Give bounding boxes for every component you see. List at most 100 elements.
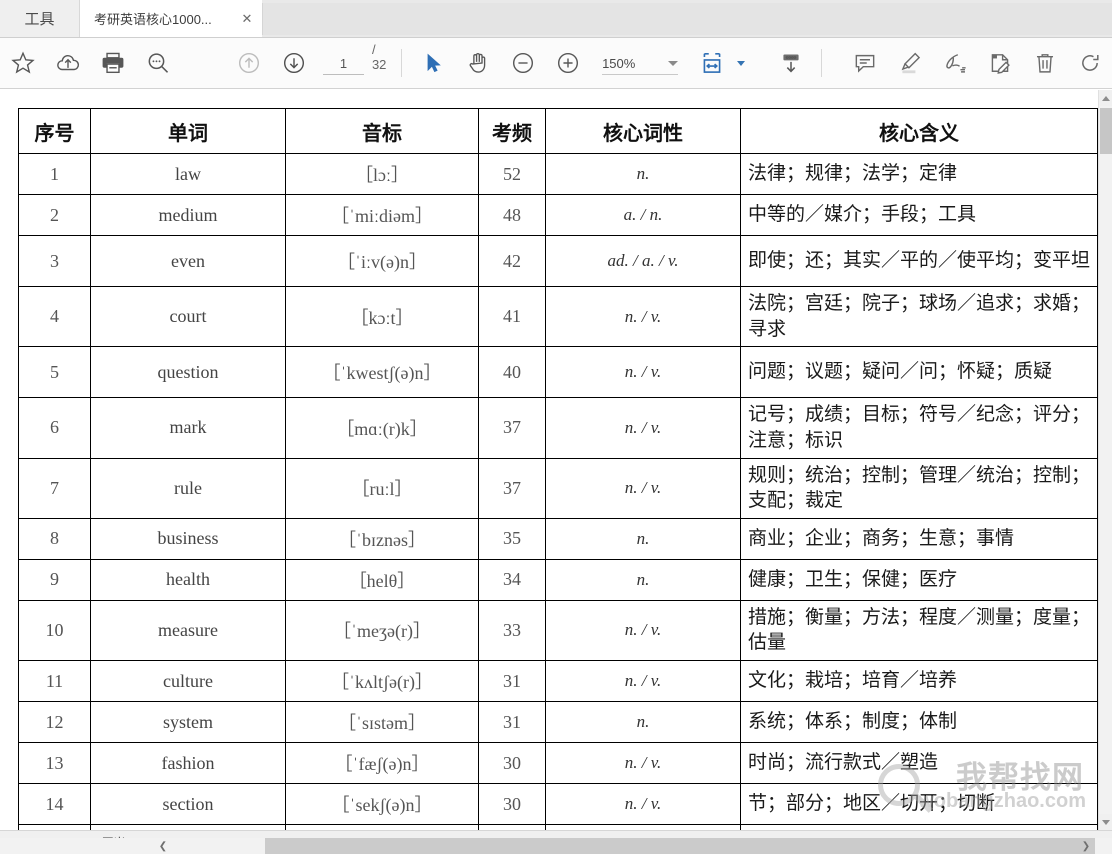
cell-index: 7 bbox=[18, 457, 91, 519]
cell-index: 6 bbox=[18, 397, 91, 459]
comment-icon[interactable] bbox=[842, 38, 887, 88]
tab-bar-empty-area bbox=[262, 3, 1112, 35]
fit-width-chevron-down-icon[interactable] bbox=[736, 60, 745, 66]
cell-part-of-speech: n. / v. bbox=[545, 599, 741, 662]
main-toolbar: 1 / 32 150% bbox=[0, 38, 1112, 89]
cell-meaning: 规则；统治；控制；管理／统治；控制；支配；裁定 bbox=[740, 457, 1098, 519]
hand-pan-icon[interactable] bbox=[455, 38, 500, 88]
table-header-row: 序号 单词 音标 考频 核心词性 核心含义 bbox=[18, 108, 1098, 154]
cell-part-of-speech: n. / v. bbox=[545, 346, 741, 399]
cell-meaning: 问题；议题；疑问／问；怀疑；质疑 bbox=[740, 346, 1098, 399]
stamp-icon[interactable] bbox=[977, 38, 1022, 88]
cell-ipa: ［ˈsɪstəm］ bbox=[285, 701, 479, 744]
cell-frequency: 52 bbox=[478, 153, 546, 195]
zoom-in-icon[interactable] bbox=[545, 38, 590, 88]
cell-word: system bbox=[90, 701, 286, 744]
cell-frequency: 42 bbox=[478, 235, 546, 287]
cell-word: law bbox=[90, 153, 286, 195]
cell-frequency: 35 bbox=[478, 517, 546, 560]
rotate-icon[interactable] bbox=[1067, 38, 1112, 88]
fit-width-icon[interactable] bbox=[690, 38, 735, 88]
cell-part-of-speech: a. / n. bbox=[545, 194, 741, 236]
page-down-icon[interactable] bbox=[272, 38, 317, 88]
cell-part-of-speech: n. bbox=[545, 558, 741, 601]
cell-frequency: 40 bbox=[478, 346, 546, 399]
table-row: 10 measure ［ˈmeʒə(r)］ 33 n. / v. 措施；衡量；方法；程度／… bbox=[18, 599, 1098, 662]
signature-icon[interactable] bbox=[932, 38, 977, 88]
cell-word: business bbox=[90, 517, 286, 560]
tab-bar: 工具 考研英语核心1000... ✕ bbox=[0, 0, 1112, 38]
cell-index: 5 bbox=[18, 346, 91, 399]
vertical-scrollbar[interactable] bbox=[1098, 90, 1112, 830]
cell-word: health bbox=[90, 558, 286, 601]
print-icon[interactable] bbox=[90, 38, 135, 88]
cell-word: question bbox=[90, 346, 286, 399]
table-row: 4 court ［kɔːt］ 41 n. / v. 法院；宫廷；院子；球场／追求；求婚；寻… bbox=[18, 285, 1098, 348]
cell-meaning: 法律；规律；法学；定律 bbox=[740, 153, 1098, 195]
cell-meaning: 记号；成绩；目标；符号／纪念；评分；注意；标识 bbox=[740, 397, 1098, 459]
cell-index: 9 bbox=[18, 558, 91, 601]
cell-frequency: 48 bbox=[478, 194, 546, 236]
bookmark-star-icon[interactable] bbox=[0, 38, 45, 88]
page-up-icon[interactable] bbox=[227, 38, 272, 88]
table-row: 12 system ［ˈsɪstəm］ 31 n. 系统；体系；制度；体制 bbox=[18, 701, 1098, 744]
column-header-ipa: 音标 bbox=[285, 108, 479, 154]
cell-ipa: ［mɑː(r)k］ bbox=[285, 397, 479, 459]
cell-index: 13 bbox=[18, 742, 91, 785]
cell-word: measure bbox=[90, 599, 286, 662]
document-tab-label: 考研英语核心1000... bbox=[94, 12, 212, 27]
chevron-down-icon[interactable] bbox=[668, 61, 679, 66]
tools-button-label: 工具 bbox=[24, 11, 55, 28]
cell-word: culture bbox=[90, 660, 286, 703]
cell-ipa: ［ˈiːv(ə)n］ bbox=[285, 235, 479, 287]
vertical-scrollbar-thumb[interactable] bbox=[1100, 108, 1112, 154]
cloud-upload-icon[interactable] bbox=[45, 38, 90, 88]
cell-word: court bbox=[90, 285, 286, 348]
cell-meaning: 措施；衡量；方法；程度／测量；度量；估量 bbox=[740, 599, 1098, 662]
cell-frequency: 37 bbox=[478, 397, 546, 459]
column-header-pos: 核心词性 bbox=[545, 108, 741, 154]
horizontal-scrollbar-thumb[interactable] bbox=[265, 838, 1095, 854]
cell-index: 14 bbox=[18, 783, 91, 826]
select-cursor-icon[interactable] bbox=[410, 38, 455, 88]
document-viewport[interactable]: 序号 单词 音标 考频 核心词性 核心含义 1 law ［lɔː］ 52 n. 法律；规律… bbox=[0, 90, 1112, 830]
page-number-input[interactable]: 1 bbox=[322, 56, 364, 75]
cell-ipa: ［ˈkʌltʃə(r)］ bbox=[285, 660, 479, 703]
cell-part-of-speech: n. / v. bbox=[545, 397, 741, 459]
trash-icon[interactable] bbox=[1022, 38, 1067, 88]
cell-part-of-speech: ad. / a. / v. bbox=[545, 235, 741, 287]
scroll-up-icon[interactable] bbox=[1099, 90, 1112, 106]
zoom-out-icon[interactable] bbox=[500, 38, 545, 88]
pdf-page: 序号 单词 音标 考频 核心词性 核心含义 1 law ［lɔː］ 52 n. 法律；规律… bbox=[0, 90, 1098, 830]
table-row: 8 business ［ˈbɪznəs］ 35 n. 商业；企业；商务；生意；事情 bbox=[18, 517, 1098, 560]
scroll-mode-icon[interactable] bbox=[768, 38, 813, 88]
chevron-left-icon[interactable]: ❮ bbox=[155, 838, 171, 854]
close-icon[interactable]: ✕ bbox=[236, 8, 258, 30]
cell-part-of-speech: n. / v. bbox=[545, 457, 741, 519]
cell-ipa: ［ˈmiːdiəm］ bbox=[285, 194, 479, 236]
column-header-index: 序号 bbox=[18, 108, 91, 154]
page-number-field[interactable]: 1 / 32 bbox=[322, 38, 393, 88]
cell-frequency: 37 bbox=[478, 457, 546, 519]
cell-part-of-speech: n. / v. bbox=[545, 660, 741, 703]
chevron-right-icon[interactable]: ❯ bbox=[1078, 838, 1094, 854]
tools-button[interactable]: 工具 bbox=[0, 0, 80, 37]
zoom-level-field[interactable]: 150% bbox=[602, 38, 679, 88]
cell-word: fashion bbox=[90, 742, 286, 785]
search-icon[interactable] bbox=[135, 38, 180, 88]
scroll-down-icon[interactable] bbox=[1099, 814, 1112, 830]
horizontal-scrollbar[interactable]: ❮ ❯ bbox=[0, 838, 1112, 854]
cell-index: 10 bbox=[18, 599, 91, 662]
cell-meaning: 商业；企业；商务；生意；事情 bbox=[740, 517, 1098, 560]
toolbar-separator-1 bbox=[401, 49, 403, 77]
cell-part-of-speech: n. bbox=[545, 517, 741, 560]
cell-meaning: 节；部分；地区／切开；切断 bbox=[740, 783, 1098, 826]
highlight-pen-icon[interactable] bbox=[887, 38, 932, 88]
document-tab[interactable]: 考研英语核心1000... ✕ bbox=[80, 0, 262, 37]
status-bar: 21.596 x 30.294 厘米 ❮ ❯ bbox=[0, 830, 1112, 854]
cell-frequency: 34 bbox=[478, 558, 546, 601]
cell-word: section bbox=[90, 783, 286, 826]
cell-meaning: 中等的／媒介；手段；工具 bbox=[740, 194, 1098, 236]
table-row: 14 section ［ˈsekʃ(ə)n］ 30 n. / v. 节；部分；地区／切开；… bbox=[18, 783, 1098, 826]
cell-index: 12 bbox=[18, 701, 91, 744]
